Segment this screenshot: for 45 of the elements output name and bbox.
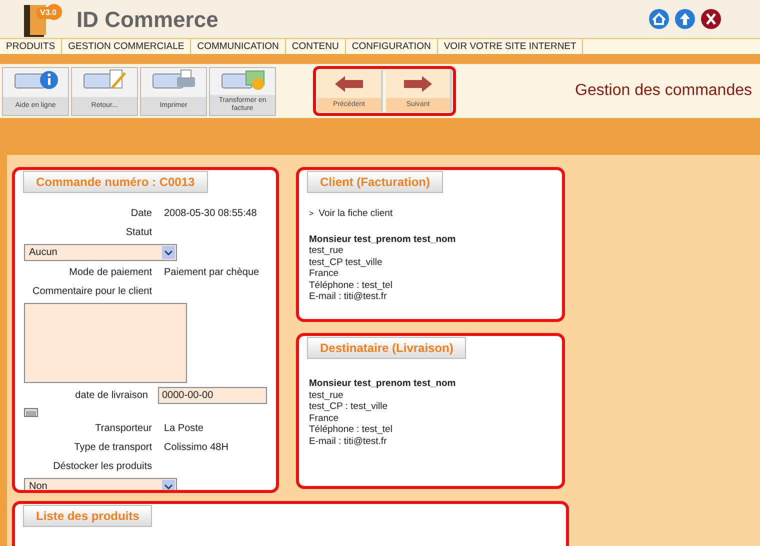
address-line: test_rue	[309, 245, 344, 256]
field-label: Statut	[124, 226, 152, 240]
field-value: La Poste	[164, 422, 204, 436]
address-line: Téléphone : test_tel	[309, 424, 394, 436]
comment-field[interactable]	[24, 303, 187, 383]
print-icon	[150, 68, 196, 90]
address-line: test_CP : test_ville	[309, 401, 389, 412]
address-line: test_CP test_ville	[309, 256, 384, 268]
home-icon[interactable]	[648, 8, 670, 30]
field-label: Commentaire pour le client	[32, 285, 152, 299]
field-label: Mode de paiement	[68, 266, 152, 280]
calendar-icon[interactable]	[24, 408, 38, 417]
address-line: Téléphone : test_tel	[309, 280, 394, 291]
address-line: France	[309, 412, 340, 424]
field-label: Transporteur	[94, 422, 152, 436]
date-input[interactable]: 0000-00-00	[158, 387, 267, 404]
dropdown[interactable]: Non	[24, 478, 177, 490]
panel-title: Liste des produits	[23, 505, 152, 527]
panel-title: Client (Facturation)	[307, 171, 443, 193]
field-label: Déstocker les produits	[52, 460, 152, 474]
dropdown[interactable]: Aucun	[24, 244, 177, 261]
left-arrow-icon	[333, 74, 365, 94]
link-marker: >	[309, 208, 314, 220]
close-icon[interactable]	[700, 8, 722, 30]
app-title: ID Commerce	[76, 6, 218, 34]
field-label: Type de transport	[73, 441, 152, 455]
address-line: France	[309, 268, 340, 280]
field-label: date de livraison	[74, 389, 148, 403]
field-value: 2008-05-30 08:55:48	[164, 207, 257, 221]
edit-icon	[82, 68, 128, 90]
contact-name: Monsieur test_prenom test_nom	[309, 378, 457, 390]
field-label: Date	[130, 207, 152, 221]
panel-title: Commande numéro : C0013	[23, 171, 208, 193]
page-title: Gestion des commandes	[575, 81, 752, 101]
right-arrow-icon	[402, 74, 434, 94]
field-value: Colissimo 48H	[164, 441, 228, 455]
invoice-icon	[220, 68, 266, 90]
field-value: Paiement par chèque	[164, 266, 260, 280]
address-line: E-mail : titi@test.fr	[309, 436, 388, 447]
dropdown-arrow-icon	[162, 480, 175, 490]
contact-name: Monsieur test_prenom test_nom	[309, 234, 457, 245]
address-line: test_rue	[309, 390, 344, 401]
address-line: E-mail : titi@test.fr	[309, 291, 388, 302]
panel-title: Destinataire (Livraison)	[307, 337, 466, 359]
client-record-link[interactable]: Voir la fiche client	[318, 208, 393, 220]
